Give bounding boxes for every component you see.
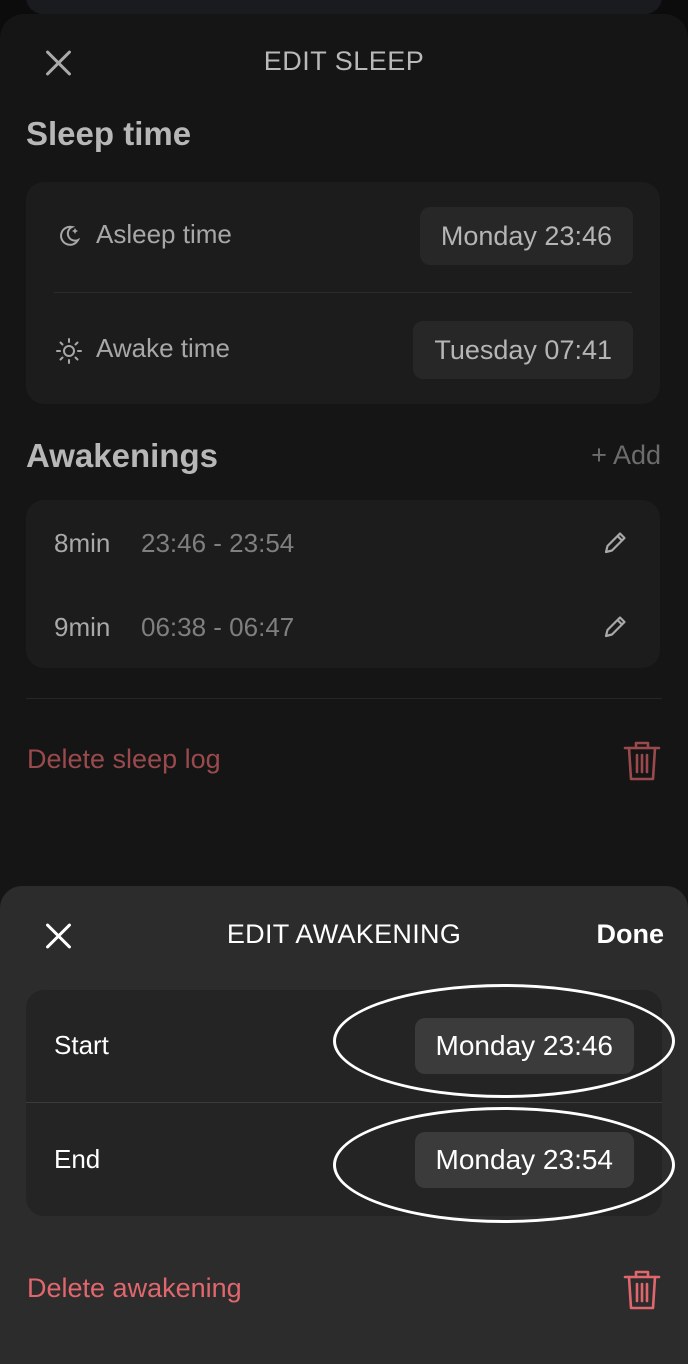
asleep-time-picker[interactable]: Monday 23:46	[419, 207, 633, 265]
end-highlight-ellipse	[333, 1107, 675, 1223]
awakening-duration: 8min	[54, 528, 111, 558]
sleep-time-card: Asleep time Monday 23:46 Awake time Tues…	[26, 182, 660, 404]
sleep-time-heading: Sleep time	[26, 115, 192, 152]
trash-icon[interactable]	[622, 740, 662, 782]
awake-time-label: Awake time	[96, 333, 230, 363]
edit-pencil-icon[interactable]	[600, 612, 630, 642]
awakening-range: 23:46 - 23:54	[141, 528, 295, 558]
start-highlight-ellipse	[333, 984, 675, 1098]
sun-icon	[56, 338, 82, 364]
trash-icon[interactable]	[622, 1269, 662, 1311]
start-label: Start	[54, 1030, 109, 1060]
section-divider	[26, 698, 662, 699]
awakening-card-divider	[26, 1102, 662, 1103]
edit-pencil-icon[interactable]	[600, 528, 630, 558]
end-label: End	[54, 1144, 101, 1174]
awakenings-heading: Awakenings	[26, 437, 218, 474]
delete-sleep-log-button[interactable]: Delete sleep log	[27, 744, 221, 775]
awakenings-card: 8min 23:46 - 23:54 9min 06:38 - 06:47	[26, 500, 660, 668]
underlying-card	[26, 0, 662, 14]
awakening-range: 06:38 - 06:47	[141, 612, 295, 642]
screen: EDIT SLEEP Sleep time Asleep time Monday…	[0, 0, 688, 1364]
delete-awakening-button[interactable]: Delete awakening	[27, 1273, 242, 1304]
edit-awakening-title: EDIT AWAKENING	[226, 919, 462, 949]
asleep-time-label: Asleep time	[96, 219, 232, 249]
awake-time-picker[interactable]: Tuesday 07:41	[413, 321, 633, 379]
awakening-duration: 9min	[54, 612, 111, 642]
edit-sleep-title: EDIT SLEEP	[263, 46, 425, 76]
moon-icon	[60, 225, 81, 246]
sleep-time-divider	[54, 292, 632, 293]
done-button[interactable]: Done	[597, 919, 665, 950]
add-awakening-button[interactable]: + Add	[591, 440, 661, 471]
